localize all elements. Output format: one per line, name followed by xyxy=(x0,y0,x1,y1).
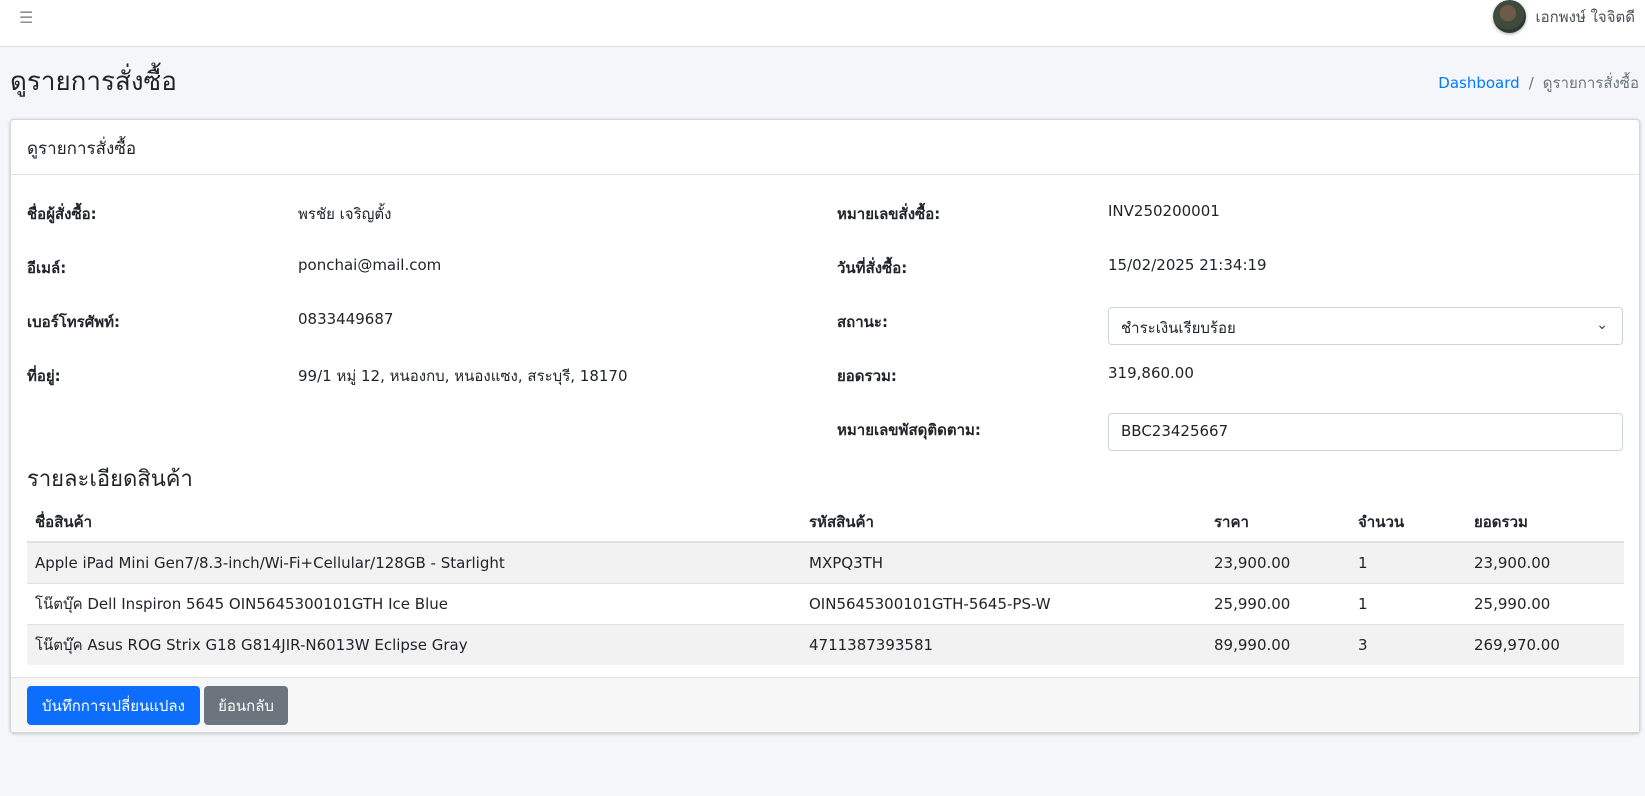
order-date-value: 15/02/2025 21:34:19 xyxy=(1108,256,1267,274)
page-title: ดูรายการสั่งซื้อ xyxy=(10,67,177,97)
address-value: 99/1 หมู่ 12, หนองกบ, หนองแซง, สระบุรี, … xyxy=(298,367,628,385)
products-table: ชื่อสินค้า รหัสสินค้า ราคา จำนวน ยอดรวม … xyxy=(27,502,1624,665)
card-body: ชื่อผู้สั่งซื้อ: พรชัย เจริญตั้ง อีเมล์:… xyxy=(11,175,1639,679)
tracking-input-value: BBC23425667 xyxy=(1121,422,1229,440)
avatar[interactable] xyxy=(1492,0,1526,33)
hamburger-menu-icon[interactable]: ☰ xyxy=(19,8,33,27)
save-changes-button[interactable]: บันทึกการเปลี่ยนแปลง xyxy=(27,686,200,725)
order-date-label: วันที่สั่งซื้อ: xyxy=(837,259,908,277)
content-header: ดูรายการสั่งซื้อ Dashboard / ดูรายการสั่… xyxy=(0,47,1645,119)
cell-total: 25,990.00 xyxy=(1466,582,1624,624)
table-row: Apple iPad Mini Gen7/8.3-inch/Wi-Fi+Cell… xyxy=(27,541,1624,583)
tracking-input[interactable]: BBC23425667 xyxy=(1108,413,1623,451)
breadcrumb: Dashboard / ดูรายการสั่งซื้อ xyxy=(1438,71,1639,95)
card-footer: บันทึกการเปลี่ยนแปลง ย้อนกลับ xyxy=(11,677,1639,732)
customer-name-value: พรชัย เจริญตั้ง xyxy=(298,205,392,223)
table-row: โน๊ตบุ๊ค Dell Inspiron 5645 OIN564530010… xyxy=(27,582,1624,624)
back-button[interactable]: ย้อนกลับ xyxy=(204,686,288,725)
card-title: ดูรายการสั่งซื้อ xyxy=(11,120,1639,175)
cell-product-name: โน๊ตบุ๊ค Dell Inspiron 5645 OIN564530010… xyxy=(27,582,801,624)
cell-product-code: 4711387393581 xyxy=(801,623,1206,665)
user-menu[interactable]: เอกพงษ์ ใจจิตดี xyxy=(1492,0,1635,33)
cell-product-code: MXPQ3TH xyxy=(801,541,1206,583)
chevron-down-icon: ⌄ xyxy=(1596,317,1608,333)
cell-total: 269,970.00 xyxy=(1466,623,1624,665)
email-label: อีเมล์: xyxy=(27,259,67,277)
cell-qty: 3 xyxy=(1350,623,1466,665)
cell-qty: 1 xyxy=(1350,541,1466,583)
cell-product-name: Apple iPad Mini Gen7/8.3-inch/Wi-Fi+Cell… xyxy=(27,541,801,583)
cell-qty: 1 xyxy=(1350,582,1466,624)
total-label: ยอดรวม: xyxy=(837,367,897,385)
invoice-label: หมายเลขสั่งซื้อ: xyxy=(837,205,941,223)
column-header-total: ยอดรวม xyxy=(1466,502,1624,543)
tracking-label: หมายเลขพัสดุติดตาม: xyxy=(837,421,981,439)
cell-price: 25,990.00 xyxy=(1206,582,1350,624)
status-select[interactable]: ชำระเงินเรียบร้อย ⌄ xyxy=(1108,307,1623,345)
address-label: ที่อยู่: xyxy=(27,367,61,385)
user-name[interactable]: เอกพงษ์ ใจจิตดี xyxy=(1536,5,1635,29)
cell-product-name: โน๊ตบุ๊ค Asus ROG Strix G18 G814JIR-N601… xyxy=(27,623,801,665)
column-header-qty: จำนวน xyxy=(1350,502,1466,543)
email-value: ponchai@mail.com xyxy=(298,256,442,274)
products-section-title: รายละเอียดสินค้า xyxy=(27,467,193,492)
phone-value: 0833449687 xyxy=(298,310,394,328)
cell-total: 23,900.00 xyxy=(1466,541,1624,583)
breadcrumb-current: ดูรายการสั่งซื้อ xyxy=(1542,74,1639,92)
status-select-value: ชำระเงินเรียบร้อย xyxy=(1121,319,1236,337)
customer-name-label: ชื่อผู้สั่งซื้อ: xyxy=(27,205,97,223)
top-navbar: ☰ เอกพงษ์ ใจจิตดี xyxy=(0,0,1645,47)
cell-price: 89,990.00 xyxy=(1206,623,1350,665)
cell-price: 23,900.00 xyxy=(1206,541,1350,583)
column-header-code: รหัสสินค้า xyxy=(801,502,1206,543)
table-header-row: ชื่อสินค้า รหัสสินค้า ราคา จำนวน ยอดรวม xyxy=(27,502,1624,543)
cell-product-code: OIN5645300101GTH-5645-PS-W xyxy=(801,582,1206,624)
breadcrumb-dashboard-link[interactable]: Dashboard xyxy=(1438,74,1519,92)
breadcrumb-separator: / xyxy=(1528,74,1534,92)
order-card: ดูรายการสั่งซื้อ ชื่อผู้สั่งซื้อ: พรชัย … xyxy=(10,119,1640,733)
column-header-name: ชื่อสินค้า xyxy=(27,502,801,543)
table-row: โน๊ตบุ๊ค Asus ROG Strix G18 G814JIR-N601… xyxy=(27,623,1624,665)
status-label: สถานะ: xyxy=(837,313,888,331)
phone-label: เบอร์โทรศัพท์: xyxy=(27,313,121,331)
total-value: 319,860.00 xyxy=(1108,364,1194,382)
invoice-value: INV250200001 xyxy=(1108,202,1220,220)
column-header-price: ราคา xyxy=(1206,502,1350,543)
